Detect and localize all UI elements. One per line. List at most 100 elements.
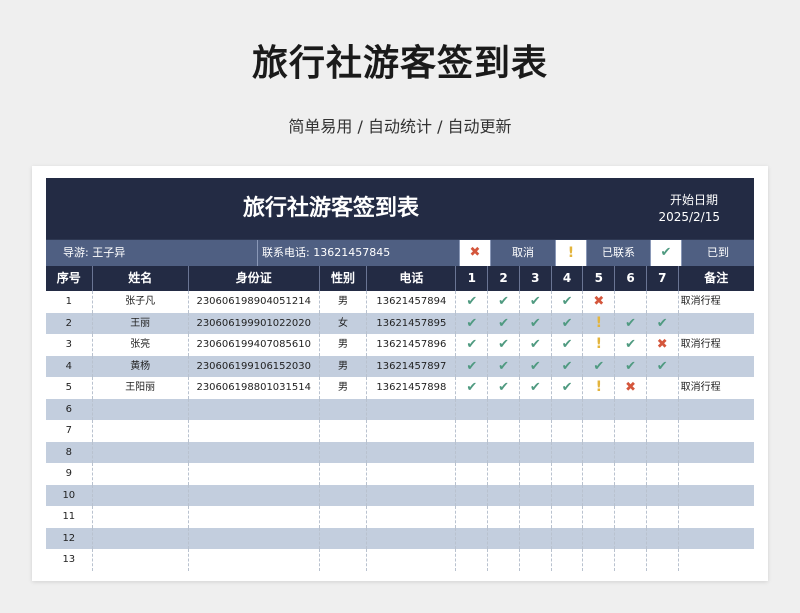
guide-cell[interactable]: 导游: 王子异	[46, 240, 258, 266]
phone-cell[interactable]	[367, 549, 457, 571]
day-3-cell[interactable]	[520, 441, 552, 463]
day-4-cell[interactable]	[552, 420, 584, 442]
day-2-cell[interactable]: ✔	[488, 355, 520, 377]
day-5-cell[interactable]	[583, 527, 616, 549]
day-1-cell[interactable]: ✔	[456, 312, 489, 334]
day-3-cell[interactable]	[520, 420, 552, 442]
day-7-cell[interactable]: ✖	[647, 334, 679, 356]
row-number-cell[interactable]: 8	[46, 441, 93, 463]
day-7-cell[interactable]	[647, 377, 679, 399]
remark-cell[interactable]	[679, 463, 754, 485]
day-3-cell[interactable]: ✔	[520, 291, 552, 313]
row-number-cell[interactable]: 3	[46, 334, 93, 356]
day-4-cell[interactable]	[552, 484, 584, 506]
day-1-cell[interactable]: ✔	[456, 355, 489, 377]
day-7-cell[interactable]	[647, 549, 679, 571]
day-2-cell[interactable]	[488, 398, 520, 420]
remark-cell[interactable]	[679, 399, 754, 421]
day-4-cell[interactable]: ✔	[552, 377, 584, 399]
day-7-cell[interactable]: ✔	[647, 312, 679, 334]
row-number-cell[interactable]: 2	[46, 312, 93, 334]
day-7-cell[interactable]	[647, 441, 679, 463]
day-7-cell[interactable]	[647, 506, 679, 528]
day-3-cell[interactable]: ✔	[520, 355, 552, 377]
remark-cell[interactable]	[679, 442, 754, 464]
day-5-cell[interactable]	[583, 549, 616, 571]
day-4-cell[interactable]: ✔	[552, 355, 584, 377]
row-number-cell[interactable]: 4	[46, 355, 93, 377]
day-2-cell[interactable]	[488, 441, 520, 463]
day-6-cell[interactable]: ✔	[615, 334, 647, 356]
id-number-cell[interactable]	[189, 441, 320, 463]
remark-cell[interactable]: 取消行程	[679, 377, 754, 399]
day-1-cell[interactable]	[456, 441, 489, 463]
id-number-cell[interactable]: 230606198904051214	[189, 291, 320, 313]
day-7-cell[interactable]	[647, 484, 679, 506]
row-number-cell[interactable]: 12	[46, 527, 93, 549]
row-number-cell[interactable]: 7	[46, 420, 93, 442]
day-1-cell[interactable]	[456, 463, 489, 485]
name-cell[interactable]	[93, 420, 189, 442]
day-5-cell[interactable]	[583, 398, 616, 420]
remark-cell[interactable]	[679, 506, 754, 528]
name-cell[interactable]: 黄杨	[93, 355, 189, 377]
row-number-cell[interactable]: 9	[46, 463, 93, 485]
id-number-cell[interactable]: 230606199901022020	[189, 312, 320, 334]
day-2-cell[interactable]: ✔	[488, 377, 520, 399]
day-1-cell[interactable]	[456, 398, 489, 420]
day-2-cell[interactable]	[488, 420, 520, 442]
day-7-cell[interactable]	[647, 463, 679, 485]
row-number-cell[interactable]: 5	[46, 377, 93, 399]
day-3-cell[interactable]	[520, 398, 552, 420]
day-5-cell[interactable]	[583, 463, 616, 485]
day-4-cell[interactable]: ✔	[552, 334, 584, 356]
day-7-cell[interactable]	[647, 398, 679, 420]
name-cell[interactable]	[93, 506, 189, 528]
day-4-cell[interactable]: ✔	[552, 291, 584, 313]
id-number-cell[interactable]	[189, 420, 320, 442]
day-1-cell[interactable]	[456, 484, 489, 506]
phone-cell[interactable]	[367, 420, 457, 442]
day-1-cell[interactable]	[456, 420, 489, 442]
day-5-cell[interactable]	[583, 506, 616, 528]
day-5-cell[interactable]: !	[583, 377, 616, 399]
name-cell[interactable]	[93, 549, 189, 571]
gender-cell[interactable]	[320, 506, 368, 528]
day-2-cell[interactable]	[488, 484, 520, 506]
day-6-cell[interactable]: ✔	[615, 355, 647, 377]
day-3-cell[interactable]	[520, 527, 552, 549]
day-7-cell[interactable]	[647, 527, 679, 549]
day-2-cell[interactable]: ✔	[488, 312, 520, 334]
day-4-cell[interactable]	[552, 441, 584, 463]
remark-cell[interactable]	[679, 485, 754, 507]
day-5-cell[interactable]	[583, 484, 616, 506]
day-3-cell[interactable]	[520, 463, 552, 485]
gender-cell[interactable]	[320, 484, 368, 506]
remark-cell[interactable]	[679, 549, 754, 571]
day-5-cell[interactable]: !	[583, 312, 616, 334]
day-3-cell[interactable]: ✔	[520, 377, 552, 399]
id-number-cell[interactable]	[189, 398, 320, 420]
phone-cell[interactable]	[367, 484, 457, 506]
id-number-cell[interactable]	[189, 463, 320, 485]
day-3-cell[interactable]	[520, 484, 552, 506]
day-6-cell[interactable]	[615, 506, 647, 528]
day-1-cell[interactable]	[456, 527, 489, 549]
name-cell[interactable]: 张亮	[93, 334, 189, 356]
id-number-cell[interactable]	[189, 527, 320, 549]
phone-cell[interactable]: 13621457898	[367, 377, 457, 399]
gender-cell[interactable]	[320, 527, 368, 549]
row-number-cell[interactable]: 13	[46, 549, 93, 571]
gender-cell[interactable]	[320, 463, 368, 485]
day-4-cell[interactable]	[552, 549, 584, 571]
phone-cell[interactable]	[367, 506, 457, 528]
remark-cell[interactable]	[679, 528, 754, 550]
gender-cell[interactable]	[320, 420, 368, 442]
id-number-cell[interactable]	[189, 484, 320, 506]
id-number-cell[interactable]: 230606199106152030	[189, 355, 320, 377]
name-cell[interactable]	[93, 484, 189, 506]
day-4-cell[interactable]	[552, 463, 584, 485]
name-cell[interactable]: 张子凡	[93, 291, 189, 313]
day-6-cell[interactable]	[615, 420, 647, 442]
day-6-cell[interactable]	[615, 441, 647, 463]
